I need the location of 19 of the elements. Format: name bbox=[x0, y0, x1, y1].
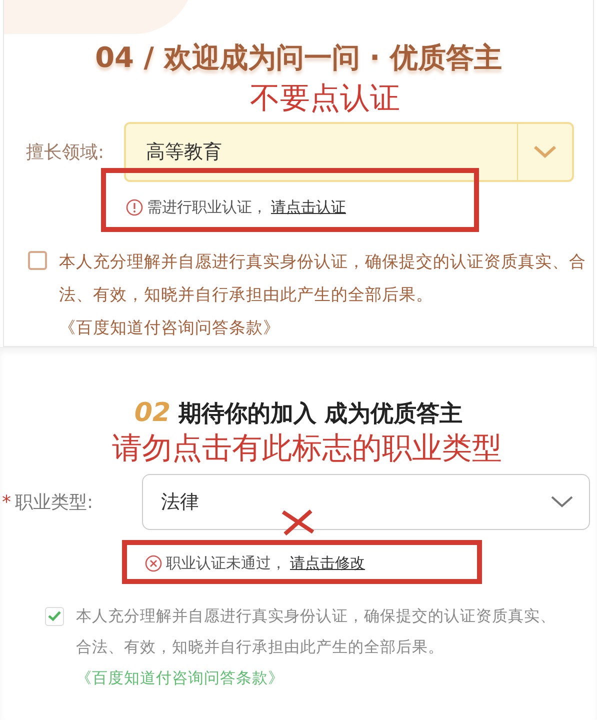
field-label: 擅长领域: bbox=[26, 142, 104, 162]
page-title: 02 期待你的加入 成为优质答主 bbox=[133, 397, 464, 430]
select-field[interactable]: 法律 bbox=[142, 474, 590, 530]
checkbox[interactable] bbox=[45, 606, 64, 626]
terms-link[interactable]: 《百度知道付咨询问答条款》 bbox=[59, 318, 280, 336]
notice-text: 职业认证未通过， bbox=[166, 553, 286, 574]
annotation-text: 不要点认证 bbox=[250, 82, 400, 116]
chevron-down-icon bbox=[551, 496, 573, 508]
agreement-text: 本人充分理解并自愿进行真实身份认证，确保提交的认证资质真实、合法、有效，知晓并自行承担由此产生的全部后果。 《百度知道付咨询问答条款》 bbox=[76, 606, 556, 688]
agreement-text: 本人充分理解并自愿进行真实身份认证，确保提交的认证资质真实、合法、有效，知晓并自行承担由此产生的全部后果。 《百度知道付咨询问答条款》 bbox=[59, 250, 587, 338]
certify-link[interactable]: 请点击认证 bbox=[271, 196, 346, 218]
checkbox[interactable] bbox=[28, 250, 47, 270]
certify-link[interactable]: 请点击修改 bbox=[290, 552, 365, 574]
field-label: * 职业类型: bbox=[2, 492, 94, 512]
chevron-down-icon bbox=[533, 145, 557, 159]
select-field[interactable]: 高等教育 bbox=[124, 122, 574, 182]
notice-text: 需进行职业认证， bbox=[147, 197, 267, 218]
annotation-text: 请勿点击有此标志的职业类型 bbox=[112, 432, 502, 466]
page-title: 04 / 欢迎成为问一问 · 优质答主 bbox=[95, 40, 502, 76]
